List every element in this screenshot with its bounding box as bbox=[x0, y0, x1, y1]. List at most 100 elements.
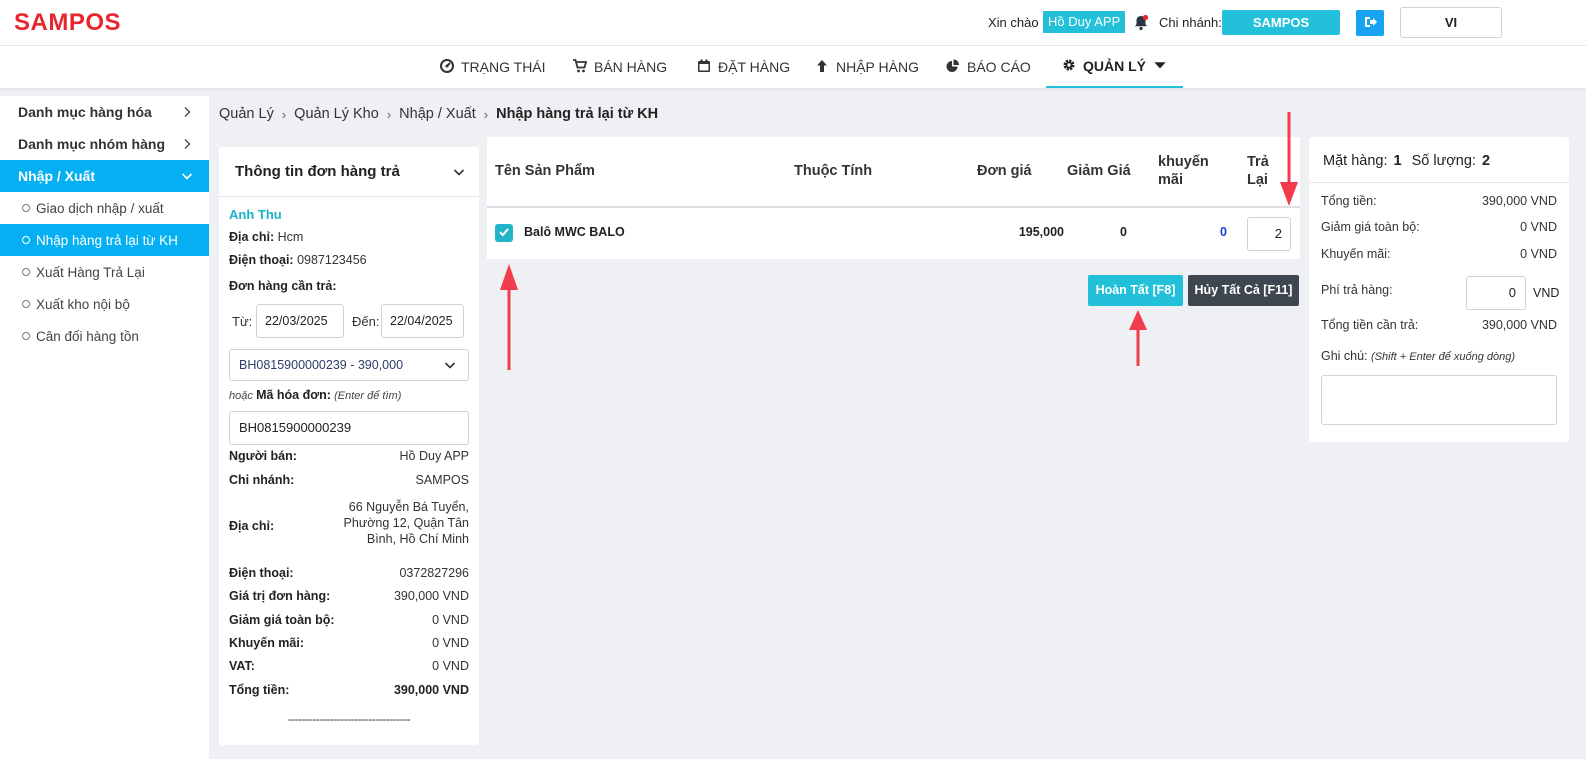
annotation-arrow-up-icon bbox=[500, 264, 518, 370]
field-label: Địa chỉ: bbox=[229, 230, 275, 244]
summary-panel: Mặt hàng: 1 Số lượng: 2 Tổng tiền: 390,000 … bbox=[1309, 137, 1569, 442]
gear-icon bbox=[1062, 58, 1076, 75]
nav-label: Nhập hàng bbox=[836, 59, 919, 75]
sidebar-subitem-stock-balance[interactable]: Cân đối hàng tồn bbox=[0, 320, 209, 352]
panel-header[interactable]: Thông tin đơn hàng trả bbox=[219, 147, 479, 197]
return-quantity-input[interactable]: 2 bbox=[1247, 217, 1291, 251]
complete-button[interactable]: Hoàn Tất [F8] bbox=[1088, 275, 1183, 306]
sidebar-subitem-internal-export[interactable]: Xuất kho nội bộ bbox=[0, 288, 209, 320]
hint-text: (Enter để tìm) bbox=[334, 390, 402, 402]
sidebar-item-groups[interactable]: Danh mục nhóm hàng bbox=[0, 128, 209, 160]
summary-refund-row: Tổng tiền cần trả: 390,000 VND bbox=[1321, 318, 1557, 332]
sidebar-item-products[interactable]: Danh mục hàng hóa bbox=[0, 96, 209, 128]
summary-label: Phí trả hàng: bbox=[1321, 283, 1393, 297]
cell-discount: 0 bbox=[1120, 225, 1127, 239]
table-divider bbox=[487, 206, 1300, 208]
language-button[interactable]: VI bbox=[1400, 7, 1502, 38]
sidebar-item-import-export[interactable]: Nhập / Xuất bbox=[0, 160, 209, 192]
nav-label: Báo cáo bbox=[967, 59, 1031, 75]
kv-label: Giá trị đơn hàng: bbox=[229, 589, 331, 603]
summary-value: 0 VND bbox=[1520, 220, 1557, 234]
divider: ----------------------------------- bbox=[287, 712, 411, 726]
to-label: Đến: bbox=[352, 314, 380, 329]
sidebar: Danh mục hàng hóa Danh mục nhóm hàng Nhậ… bbox=[0, 96, 209, 759]
customer-address: Địa chỉ: Hcm bbox=[229, 230, 303, 244]
caret-down-icon bbox=[1153, 58, 1167, 75]
invoice-code-input[interactable]: BH0815900000239 bbox=[229, 411, 469, 445]
cart-icon bbox=[573, 58, 588, 76]
sidebar-subitem-label: Xuất Hàng Trả Lại bbox=[36, 264, 145, 280]
order-select[interactable]: BH0815900000239 - 390,000 bbox=[229, 349, 469, 381]
main-nav: Trạng thái Bán hàng Đặt hàng Nhập hàng B… bbox=[0, 46, 1586, 88]
nav-sales[interactable]: Bán hàng bbox=[573, 46, 667, 88]
summary-total-row: Tổng tiền: 390,000 VND bbox=[1321, 194, 1557, 208]
circle-icon bbox=[22, 300, 30, 308]
circle-icon bbox=[22, 332, 30, 340]
nav-status[interactable]: Trạng thái bbox=[440, 46, 546, 88]
breadcrumb-item[interactable]: Nhập / Xuất bbox=[399, 106, 476, 122]
nav-manage[interactable]: Quản lý bbox=[1046, 46, 1183, 88]
nav-label: Bán hàng bbox=[594, 59, 668, 75]
kv-label: Địa chỉ: bbox=[229, 519, 275, 533]
nav-label: Đặt hàng bbox=[718, 59, 791, 75]
chevron-right-icon: › bbox=[281, 106, 287, 122]
field-label: Mã hóa đơn: bbox=[256, 388, 331, 402]
note-textarea[interactable] bbox=[1321, 375, 1557, 425]
or-text: hoặc bbox=[229, 390, 253, 402]
breadcrumb-current: Nhập hàng trả lại từ KH bbox=[496, 106, 659, 122]
summary-label: Khuyến mãi: bbox=[1321, 247, 1391, 261]
user-badge[interactable]: Hồ Duy APP bbox=[1043, 11, 1126, 33]
from-date-input[interactable]: 22/03/2025 bbox=[256, 304, 344, 338]
breadcrumb: Quản Lý › Quản Lý Kho › Nhập / Xuất › Nh… bbox=[219, 104, 658, 124]
chevron-down-icon[interactable] bbox=[453, 166, 465, 178]
column-header-product-name: Tên Sản Phẩm bbox=[495, 163, 595, 179]
items-count: 1 bbox=[1393, 153, 1402, 169]
nav-order[interactable]: Đặt hàng bbox=[697, 46, 790, 88]
return-fee-input[interactable]: 0 bbox=[1466, 276, 1526, 310]
select-value: BH0815900000239 - 390,000 bbox=[239, 358, 404, 372]
bell-icon[interactable] bbox=[1131, 13, 1151, 33]
annotation-arrow-down-icon bbox=[1280, 112, 1298, 206]
kv-value: 0372827296 bbox=[399, 566, 469, 580]
products-table: Tên Sản Phẩm Thuộc Tính Đơn giá Giảm Giá… bbox=[487, 137, 1300, 259]
summary-promo-row: Khuyến mãi: 0 VND bbox=[1321, 247, 1557, 261]
row-checkbox[interactable] bbox=[495, 224, 513, 242]
logout-button[interactable] bbox=[1356, 10, 1384, 36]
nav-report[interactable]: Báo cáo bbox=[946, 46, 1031, 88]
summary-header: Mặt hàng: 1 Số lượng: 2 bbox=[1309, 137, 1569, 183]
pie-chart-icon bbox=[946, 59, 960, 76]
to-date-input[interactable]: 22/04/2025 bbox=[381, 304, 464, 338]
kv-value: 390,000 VND bbox=[393, 683, 469, 697]
greeting-text: Xin chào bbox=[988, 15, 1039, 30]
sidebar-subitem-label: Giao dịch nhập / xuất bbox=[36, 200, 164, 216]
column-header-attribute: Thuộc Tính bbox=[794, 163, 873, 179]
cell-product-name: Balô MWC BALO bbox=[524, 225, 625, 239]
qty-count: 2 bbox=[1481, 153, 1491, 169]
cancel-all-button[interactable]: Hủy Tất Cả [F11] bbox=[1188, 275, 1299, 306]
column-header-promo: khuyến mãi bbox=[1158, 154, 1209, 188]
kv-label: Chi nhánh: bbox=[229, 473, 295, 487]
note-label: Ghi chú: (Shift + Enter để xuống dòng) bbox=[1321, 349, 1515, 363]
nav-import[interactable]: Nhập hàng bbox=[815, 46, 919, 88]
nav-label: Quản lý bbox=[1083, 58, 1146, 74]
invoice-code-label: hoặc Mã hóa đơn: (Enter để tìm) bbox=[229, 388, 401, 402]
sidebar-subitem-transactions[interactable]: Giao dịch nhập / xuất bbox=[0, 192, 209, 224]
sidebar-subitem-supplier-return[interactable]: Xuất Hàng Trả Lại bbox=[0, 256, 209, 288]
order-to-return-label: Đơn hàng cần trả: bbox=[229, 279, 337, 293]
qty-label: Số lượng: bbox=[1411, 153, 1476, 169]
summary-value: 390,000 VND bbox=[1481, 194, 1557, 208]
branch-button[interactable]: SAMPOS bbox=[1222, 10, 1340, 35]
annotation-arrow-up-icon bbox=[1129, 310, 1147, 366]
logo[interactable]: SAMPOS bbox=[14, 9, 121, 37]
kv-value: 0 VND bbox=[432, 659, 469, 673]
customer-name[interactable]: Anh Thu bbox=[229, 207, 282, 222]
chevron-down-icon bbox=[181, 169, 193, 181]
kv-value: 390,000 VND bbox=[393, 589, 469, 603]
sidebar-subitem-customer-return[interactable]: Nhập hàng trả lại từ KH bbox=[0, 224, 209, 256]
breadcrumb-item[interactable]: Quản Lý bbox=[219, 106, 274, 122]
chevron-right-icon: › bbox=[483, 106, 489, 122]
summary-label: Tổng tiền: bbox=[1321, 194, 1377, 208]
branch-label: Chi nhánh: bbox=[1159, 15, 1222, 30]
breadcrumb-item[interactable]: Quản Lý Kho bbox=[294, 106, 379, 122]
summary-value: 390,000 VND bbox=[1481, 318, 1557, 332]
